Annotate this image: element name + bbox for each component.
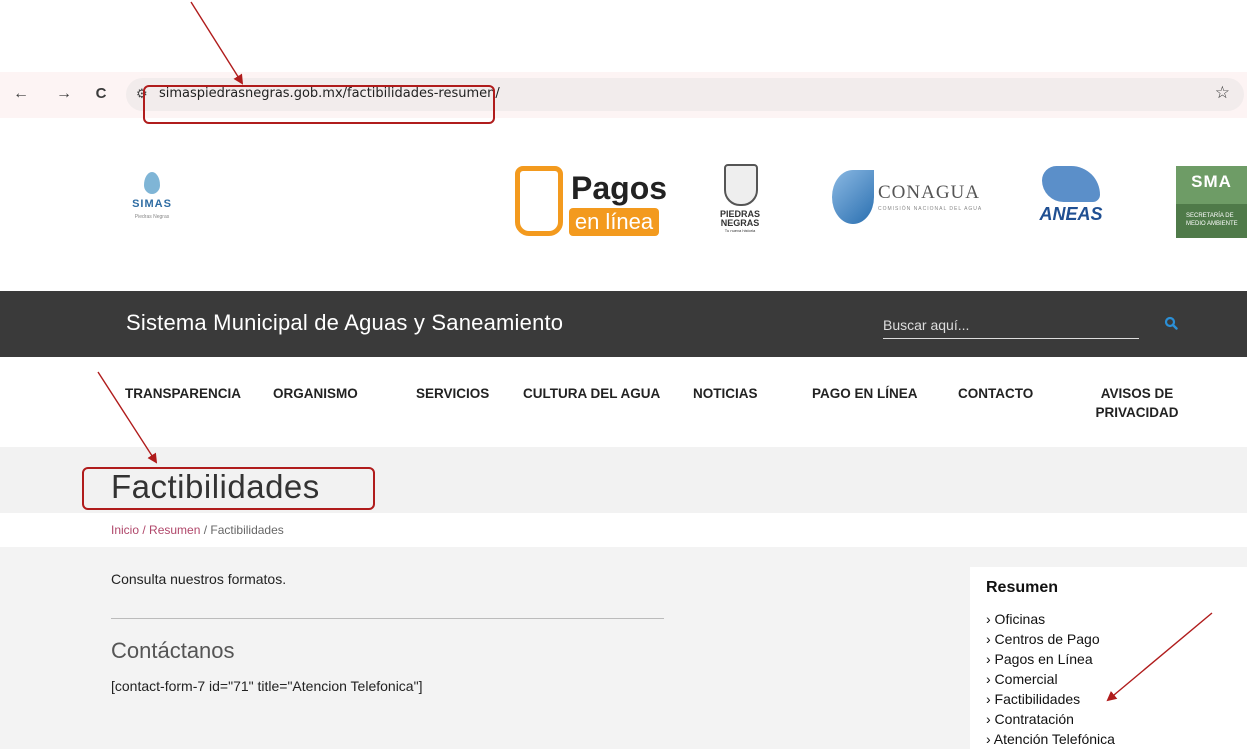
pn-line3: Tu nueva historia [724,228,756,233]
nav-item-pago-en-linea[interactable]: PAGO EN LÍNEA [812,384,918,403]
back-arrow-icon[interactable]: ← [10,83,32,105]
aneas-logo-text: ANEAS [1039,204,1103,224]
simas-logo-sub: Piedras Negras [134,214,170,220]
nav-item-contacto[interactable]: CONTACTO [958,384,1033,403]
breadcrumb-parent-link[interactable]: Resumen [149,523,200,537]
nav-item-avisos-de-privacidad[interactable]: AVISOS DE PRIVACIDAD [1082,384,1192,422]
breadcrumb-separator: / [200,523,211,537]
site-title[interactable]: Sistema Municipal de Aguas y Saneamiento [126,310,563,336]
sma-logo-text: SMA [1191,172,1232,191]
nav-item-servicios[interactable]: SERVICIOS [416,384,489,403]
aneas-wave-icon [1042,166,1100,202]
simas-logo-text: SIMAS [132,198,172,210]
piedras-negras-text: PIEDRAS NEGRAS Tu nueva historia [712,210,768,234]
sidebar-item-factibilidades[interactable]: › Factibilidades [986,689,1115,709]
pagos-logo-sub: en línea [569,208,659,236]
coat-of-arms-icon [724,164,758,206]
pagos-logo-title: Pagos [571,170,668,206]
title-annotation-box [82,467,375,510]
content-divider [111,618,664,619]
sidebar-item-comercial[interactable]: › Comercial [986,669,1115,689]
url-annotation-box [143,85,495,124]
pointing-hand-icon [515,166,563,236]
sidebar-list: › Oficinas › Centros de Pago › Pagos en … [986,609,1115,749]
nav-item-cultura-del-agua[interactable]: CULTURA DEL AGUA [523,384,660,403]
water-drop-icon [144,172,160,194]
conagua-wave-icon [832,170,874,224]
breadcrumb-home-link[interactable]: Inicio [111,523,139,537]
main-nav: TRANSPARENCIA ORGANISMO SERVICIOS CULTUR… [0,357,1247,447]
main-content: Consulta nuestros formatos. Contáctanos … [0,547,1247,749]
pagos-en-linea-logo[interactable]: Pagos en línea [515,166,667,241]
nav-item-organismo[interactable]: ORGANISMO [273,384,358,403]
pn-line2: NEGRAS [720,218,760,228]
piedras-negras-logo[interactable]: PIEDRAS NEGRAS Tu nueva historia [712,164,768,244]
sidebar-item-pagos-en-linea[interactable]: › Pagos en Línea [986,649,1115,669]
sma-logo[interactable]: SMA SECRETARÍA DE MEDIO AMBIENTE [1176,166,1247,238]
contact-form-shortcode: [contact-form-7 id="71" title="Atencion … [111,678,423,694]
site-header: Sistema Municipal de Aguas y Saneamiento [0,291,1247,357]
search-input[interactable] [883,311,1139,339]
intro-text: Consulta nuestros formatos. [111,571,287,587]
url-annotation-arrow [190,1,244,85]
sidebar-item-contratacion[interactable]: › Contratación [986,709,1115,729]
nav-item-transparencia[interactable]: TRANSPARENCIA [125,384,241,403]
aneas-logo[interactable]: ANEAS [1038,166,1108,244]
sidebar-item-atencion-telefonica[interactable]: › Atención Telefónica [986,729,1115,749]
sidebar: Resumen › Oficinas › Centros de Pago › P… [970,567,1247,749]
breadcrumb-current: Factibilidades [210,523,284,537]
sidebar-item-oficinas[interactable]: › Oficinas [986,609,1115,629]
forward-arrow-icon[interactable]: → [53,83,75,105]
conagua-logo[interactable]: CONAGUA COMISIÓN NACIONAL DEL AGUA [832,168,1002,238]
search-icon[interactable] [1164,316,1178,330]
conagua-logo-sub: COMISIÓN NACIONAL DEL AGUA [878,206,983,212]
reload-icon[interactable]: C [90,83,112,105]
sidebar-item-centros-de-pago[interactable]: › Centros de Pago [986,629,1115,649]
breadcrumb: Inicio / Resumen / Factibilidades [111,523,284,537]
breadcrumb-separator: / [139,523,150,537]
sidebar-title: Resumen [986,579,1059,596]
simas-logo[interactable]: SIMAS Piedras Negras [112,172,192,232]
partner-logos: SIMAS Piedras Negras Pagos en línea PIED… [0,150,1247,250]
sma-logo-sub: SECRETARÍA DE MEDIO AMBIENTE [1176,204,1247,238]
page: ← → C ⚙ simaspiedrasnegras.gob.mx/factib… [0,0,1247,749]
contact-heading: Contáctanos [111,638,235,663]
bookmark-star-icon[interactable]: ☆ [1215,83,1230,103]
nav-item-noticias[interactable]: NOTICIAS [693,384,758,403]
conagua-logo-text: CONAGUA [878,182,980,203]
